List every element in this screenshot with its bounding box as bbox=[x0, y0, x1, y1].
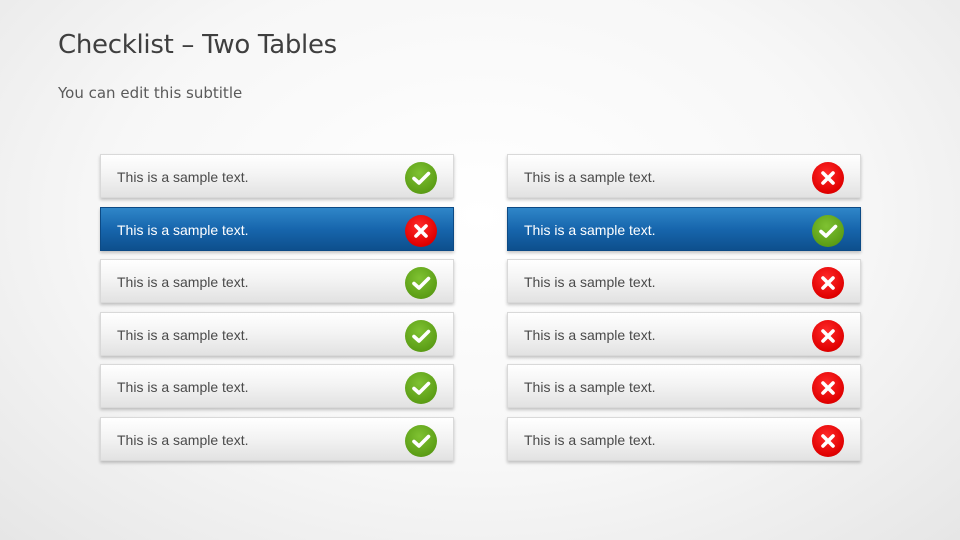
check-icon bbox=[405, 319, 437, 352]
check-icon bbox=[405, 267, 437, 300]
checklist-row[interactable]: This is a sample text. bbox=[100, 416, 454, 461]
check-icon bbox=[405, 162, 437, 194]
checklist-table-right: This is a sample text. This is a sample … bbox=[507, 154, 861, 470]
row-text: This is a sample text. bbox=[524, 326, 656, 343]
checklist-row[interactable]: This is a sample text. bbox=[100, 206, 454, 251]
checklist-table-left: This is a sample text. This is a sample … bbox=[100, 154, 454, 470]
cross-icon bbox=[812, 372, 844, 405]
row-text: This is a sample text. bbox=[524, 379, 656, 396]
row-text: This is a sample text. bbox=[117, 379, 249, 396]
row-text: This is a sample text. bbox=[117, 274, 249, 291]
check-icon bbox=[405, 424, 437, 457]
row-text: This is a sample text. bbox=[117, 431, 249, 448]
checklist-row[interactable]: This is a sample text. bbox=[507, 206, 861, 251]
checklist-row[interactable]: This is a sample text. bbox=[100, 259, 454, 304]
checklist-row[interactable]: This is a sample text. bbox=[100, 311, 454, 356]
checklist-row[interactable]: This is a sample text. bbox=[507, 364, 861, 409]
check-icon bbox=[405, 372, 437, 405]
cross-icon bbox=[812, 424, 844, 457]
checklist-row[interactable]: This is a sample text. bbox=[507, 154, 861, 198]
check-icon bbox=[812, 214, 844, 247]
row-text: This is a sample text. bbox=[117, 221, 249, 238]
slide-title: Checklist – Two Tables bbox=[58, 30, 337, 60]
checklist-row[interactable]: This is a sample text. bbox=[100, 364, 454, 409]
row-text: This is a sample text. bbox=[117, 169, 249, 185]
row-text: This is a sample text. bbox=[524, 221, 656, 238]
row-text: This is a sample text. bbox=[524, 169, 656, 185]
checklist-row[interactable]: This is a sample text. bbox=[100, 154, 454, 198]
checklist-row[interactable]: This is a sample text. bbox=[507, 259, 861, 304]
cross-icon bbox=[812, 162, 844, 194]
cross-icon bbox=[405, 214, 437, 247]
cross-icon bbox=[812, 267, 844, 300]
checklist-row[interactable]: This is a sample text. bbox=[507, 311, 861, 356]
cross-icon bbox=[812, 319, 844, 352]
slide-subtitle: You can edit this subtitle bbox=[58, 84, 243, 102]
row-text: This is a sample text. bbox=[524, 274, 656, 291]
checklist-row[interactable]: This is a sample text. bbox=[507, 416, 861, 461]
row-text: This is a sample text. bbox=[524, 431, 656, 448]
row-text: This is a sample text. bbox=[117, 326, 249, 343]
